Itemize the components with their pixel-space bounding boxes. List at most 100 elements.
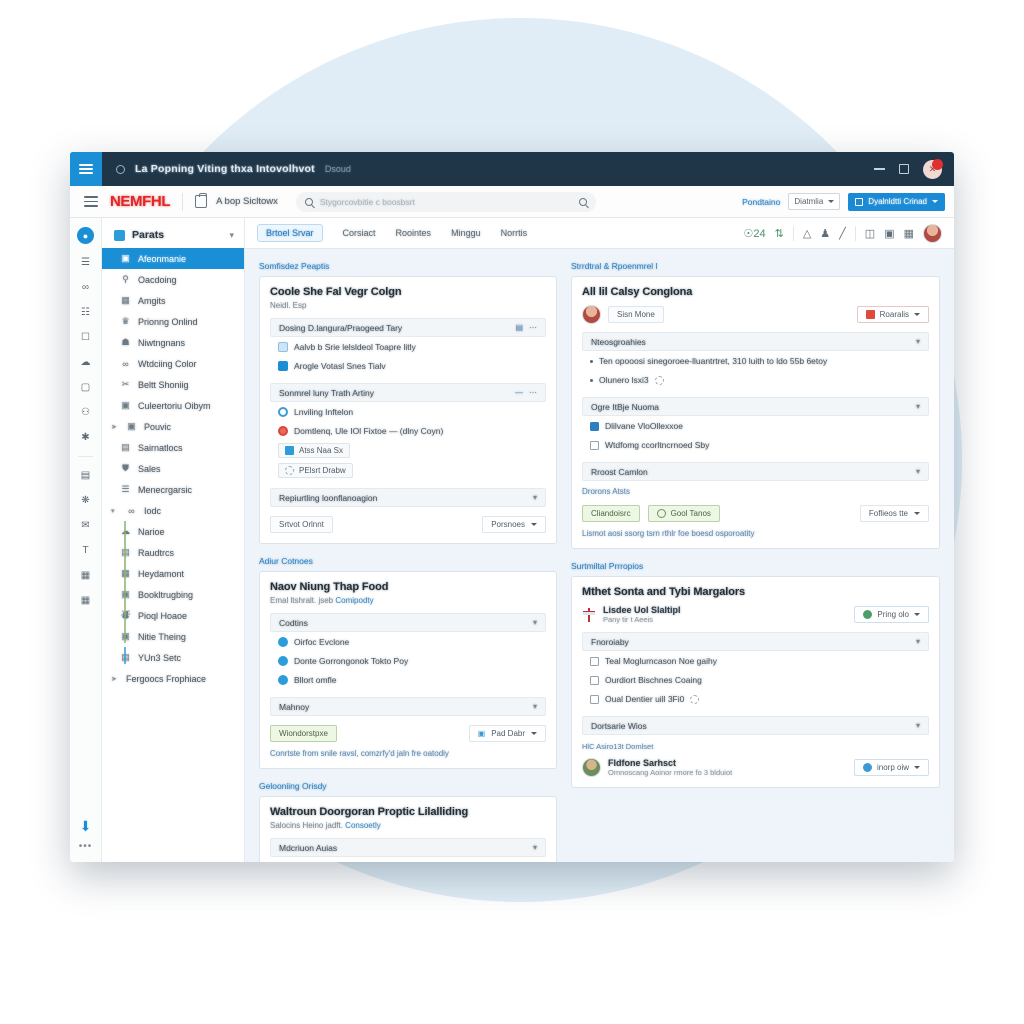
card-link[interactable]: Drorons Atsts <box>582 487 929 496</box>
accordion-mdcriuon-auias[interactable]: Mdcriuon Auias ▾ <box>270 838 546 857</box>
sidebar-item-wtdciing-color[interactable]: ∞ Wtdciing Color <box>102 353 244 374</box>
expand-icon[interactable]: ▦ <box>904 227 914 240</box>
page-icon[interactable]: ▦ <box>79 569 92 582</box>
sidebar-item-oacdoing[interactable]: ⚲ Oacdoing <box>102 269 244 290</box>
accordion-sonmrel[interactable]: Sonmrel luny Trath Artiny — ⋯ <box>270 383 546 402</box>
maximize-icon[interactable] <box>899 164 909 174</box>
list-item[interactable]: Oirfoc Evclone <box>270 632 546 651</box>
user-avatar[interactable] <box>923 223 942 243</box>
list-icon[interactable]: ☰ <box>79 256 92 269</box>
chip-pelsrt-drabw[interactable]: PElsrt Drabw <box>278 463 353 478</box>
list-item[interactable]: Domtlenq, Ule IOl Fixtoe — (dlny Coyn) <box>270 421 546 440</box>
checkbox-checked-icon[interactable] <box>590 421 599 431</box>
checkbox-row[interactable]: Teal Moglurncason Noe gaihy <box>582 651 929 670</box>
more-icon[interactable]: ⋯ <box>529 388 537 397</box>
srtvot-orlnnt-button[interactable]: Srtvot Orlnnt <box>270 516 333 533</box>
tab-norrtis[interactable]: Norrtis <box>501 228 528 238</box>
hamburger-icon[interactable] <box>84 196 98 207</box>
sidebar-item-beltt-shoniig[interactable]: ✂ Beltt Shoniig <box>102 374 244 395</box>
sync-icon[interactable]: ⇅ <box>775 227 784 240</box>
list-item[interactable]: Bllort omfle <box>270 670 546 689</box>
chip-atss-naa-sx[interactable]: Atss Naa Sx <box>278 443 351 458</box>
sidebar-item-fergoocs-frophiace[interactable]: ➤ Fergoocs Frophiace <box>102 668 244 689</box>
checkbox-icon[interactable] <box>590 440 599 450</box>
list-item[interactable]: Donte Gorrongonok Tokto Poy <box>270 651 546 670</box>
accordion-rroost-camlon[interactable]: Rroost Camlon ▾ <box>582 462 929 481</box>
dashed-circle-icon[interactable] <box>690 694 700 704</box>
sidebar-item-niwtngnans[interactable]: ☗ Niwtngnans <box>102 332 244 353</box>
cut-icon[interactable]: ✱ <box>79 431 92 444</box>
sidebar-item-sales[interactable]: ⛊ Sales <box>102 458 244 479</box>
pencil-icon[interactable]: ╱ <box>839 227 846 240</box>
settings-icon[interactable]: ❋ <box>79 494 92 507</box>
person-icon[interactable]: ♟ <box>820 227 830 240</box>
tab-minggu[interactable]: Minggu <box>451 228 481 238</box>
minimize-icon[interactable] <box>874 168 885 170</box>
tab-brtoel-srvar[interactable]: Brtoel Srvar <box>257 224 323 242</box>
checkbox-row[interactable]: Dlilvane VloOllexxoe <box>582 416 929 435</box>
cloud-icon[interactable]: ☁ <box>79 356 92 369</box>
checkbox-row[interactable]: Oual Dentier uill 3Fi0 <box>582 689 929 708</box>
accordion-nteosgroahies[interactable]: Nteosgroahies ▾ <box>582 332 929 351</box>
grid-icon[interactable]: ▦ <box>79 594 92 607</box>
message-icon[interactable]: ✉ <box>79 519 92 532</box>
app-menu-button[interactable] <box>70 152 102 186</box>
search-submit-icon[interactable] <box>578 197 587 206</box>
share-icon[interactable]: ∞ <box>79 281 92 294</box>
list-item[interactable]: Lnviling Inftelon <box>270 402 546 421</box>
pad-dabr-select[interactable]: ▣ Pad Dabr <box>468 725 546 742</box>
sidebar-item-sairnatlocs[interactable]: ▤ Sairnatlocs <box>102 437 244 458</box>
accordion-dortsarie-wios[interactable]: Dortsarie Wios ▾ <box>582 716 929 735</box>
sidebar-item-culeertoriu-oibym[interactable]: ▣ Culeertoriu Oibym <box>102 395 244 416</box>
sidebar-group-iodc[interactable]: ▾ ∞ Iodc <box>102 500 244 521</box>
more-icon[interactable]: ⋯ <box>529 323 537 332</box>
primary-action-button[interactable]: Dyalnldtti Crinad <box>848 192 945 211</box>
app-selector-label[interactable]: A bop Sicltowx <box>216 196 278 207</box>
checkbox-icon[interactable] <box>590 656 599 666</box>
inbox-icon[interactable]: ☐ <box>79 331 92 344</box>
accordion-mahnoy[interactable]: Mahnoy ▾ <box>270 697 546 716</box>
header-link[interactable]: Pondtaino <box>742 197 780 207</box>
search-input[interactable]: Stygorcovbitie c boosbsrt <box>295 191 596 212</box>
card-tiny-link[interactable]: HlC Asiro13t Domlset <box>582 742 929 751</box>
more-icon[interactable]: ••• <box>79 842 93 852</box>
text-icon[interactable]: T <box>79 544 92 557</box>
dash-icon[interactable]: — <box>515 388 523 397</box>
export-icon[interactable]: ▣ <box>884 227 894 240</box>
list-item[interactable]: Arogle Votasl Snes Tialv <box>270 356 546 375</box>
wiondorstpxe-button[interactable]: Wiondorstpxe <box>270 725 337 742</box>
sidebar-item-afeonmanie[interactable]: ▣ Afeonmanie <box>102 248 244 269</box>
pring-olo-button[interactable]: Pring olo <box>854 606 929 623</box>
checkbox-icon[interactable] <box>590 675 599 685</box>
triangle-icon[interactable]: △ <box>803 227 811 240</box>
person-name-chip[interactable]: Sisn Mone <box>608 306 664 323</box>
header-select[interactable]: Diatmlia <box>788 193 841 210</box>
user-avatar[interactable] <box>582 305 601 324</box>
card-subtitle-link[interactable]: Consoetly <box>345 821 381 830</box>
porsnoes-select[interactable]: Porsnoes <box>482 516 546 533</box>
sidebar-item-pouvic[interactable]: ➤ ▣ Pouvic <box>102 416 244 437</box>
note-icon[interactable]: ▢ <box>79 381 92 394</box>
accordion-codtins[interactable]: Codtins ▾ <box>270 613 546 632</box>
list-item[interactable]: Aalvb b Srie lelsldeol Toapre litly <box>270 337 546 356</box>
accordion-ogre-itbje-nuoma[interactable]: Ogre ItBje Nuoma ▾ <box>582 397 929 416</box>
sidebar-item-prionng-onlind[interactable]: ♛ Prionng Onlind <box>102 311 244 332</box>
accordion-fnoroiaby[interactable]: Fnoroiaby ▾ <box>582 632 929 651</box>
dashed-circle-icon[interactable] <box>654 375 664 385</box>
tab-corsiact[interactable]: Corsiact <box>343 228 376 238</box>
sidebar-item-menecrgarsic[interactable]: ☰ Menecrgarsic <box>102 479 244 500</box>
printer-icon[interactable]: ▤ <box>79 469 92 482</box>
blue-badge-icon[interactable]: ▤ <box>515 323 523 332</box>
checkbox-row[interactable]: Wtdfomg ccorltncrnoed Sby <box>582 435 929 454</box>
mic-icon[interactable]: ⚇ <box>79 406 92 419</box>
gool-tanos-button[interactable]: Gool Tanos <box>647 505 720 522</box>
sidebar-header[interactable]: Parats ▾ <box>102 224 244 248</box>
roaralis-button[interactable]: Roaralis <box>856 306 929 323</box>
foflieos-select[interactable]: Foflieos tte <box>859 505 929 522</box>
checkbox-row[interactable]: Ourdiort Bischnes Coaing <box>582 670 929 689</box>
inorp-oiw-button[interactable]: inorp oiw <box>853 759 929 776</box>
cliandoisrc-button[interactable]: Cliandoisrc <box>582 505 640 522</box>
user-circle-icon[interactable]: ● <box>77 227 94 244</box>
tab-roointes[interactable]: Roointes <box>396 228 432 238</box>
accordion-dosing[interactable]: Dosing D.langura/Praogeed Tary ▤ ⋯ <box>270 318 546 337</box>
